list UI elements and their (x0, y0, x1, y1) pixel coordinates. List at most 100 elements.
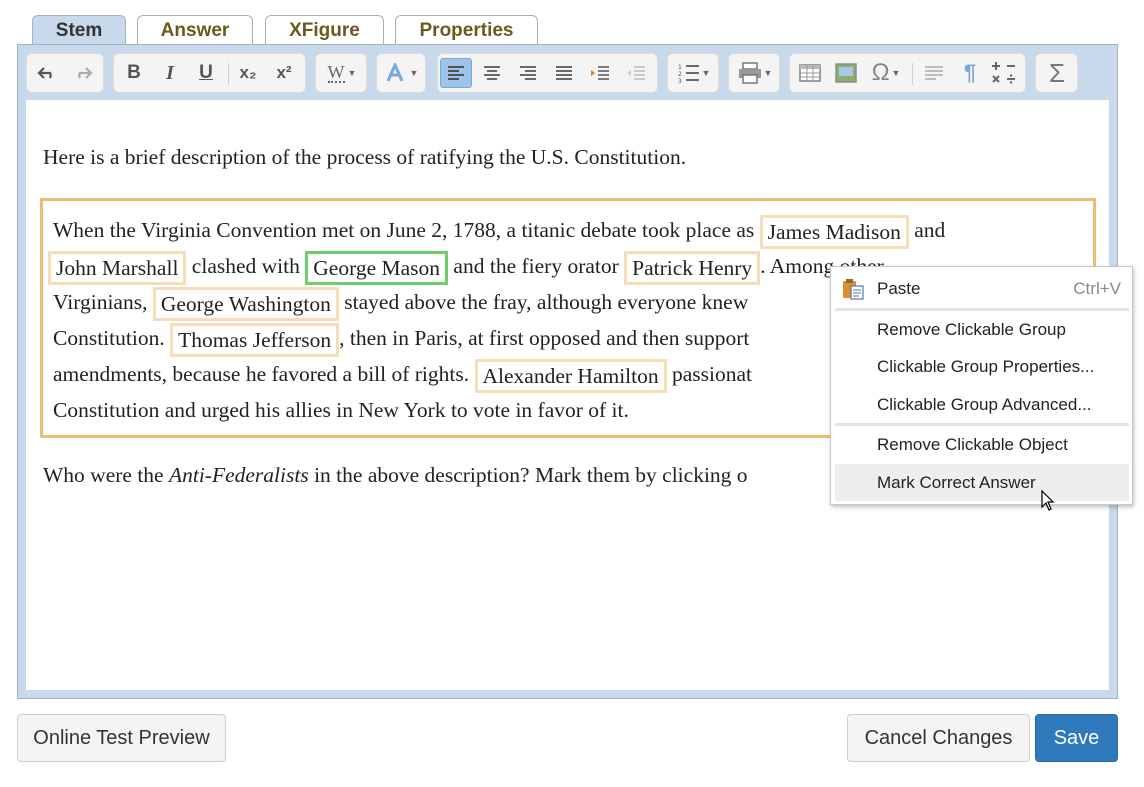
toolbar-divider (912, 63, 913, 85)
align-left-button[interactable] (440, 58, 472, 88)
tab-xfigure[interactable]: XFigure (265, 15, 384, 46)
clickable-object[interactable]: George Washington (152, 287, 339, 322)
cancel-changes-button[interactable]: Cancel Changes (847, 714, 1030, 762)
clickable-object[interactable]: Patrick Henry (624, 251, 761, 286)
italic-button[interactable]: I (154, 58, 186, 88)
insert-image-button[interactable] (830, 58, 862, 88)
word-style-label: W (327, 62, 345, 83)
passage-line: John Marshall clashed with George Mason … (48, 248, 884, 286)
tab-answer[interactable]: Answer (137, 15, 253, 46)
paste-icon (843, 279, 864, 300)
superscript-button[interactable]: x² (268, 58, 300, 88)
numbered-list-icon: 123 (678, 64, 699, 83)
passage-text: Virginians, (53, 290, 148, 314)
menu-item-remove-object[interactable]: Remove Clickable Object (835, 426, 1129, 463)
clickable-object[interactable]: Alexander Hamilton (474, 359, 667, 394)
align-center-button[interactable] (476, 58, 508, 88)
insert-table-button[interactable] (794, 58, 826, 88)
font-color-icon (386, 63, 403, 82)
chevron-down-icon: ▼ (701, 68, 711, 78)
bold-button[interactable]: B (118, 58, 150, 88)
passage-text: Constitution. (53, 326, 165, 350)
toolbar-group-equation: Σ (1035, 53, 1078, 93)
underline-button[interactable]: U (190, 58, 222, 88)
tab-properties[interactable]: Properties (395, 15, 538, 46)
menu-item-remove-group[interactable]: Remove Clickable Group (835, 311, 1129, 348)
font-color-dropdown[interactable]: ▼ (381, 58, 423, 88)
toolbar-group-font: ▼ (376, 53, 426, 93)
passage-text: clashed with (191, 254, 300, 278)
passage-line: Virginians, George Washington stayed abo… (53, 284, 749, 322)
editor-toolbar: B I U x₂ x² W ▼ ▼ 1 2 3 ▼ ▼ Ω ▼ ¶ Σ (26, 53, 1111, 93)
chevron-down-icon: ▼ (409, 68, 419, 78)
question-text: Who were the Anti-Federalists in the abo… (43, 463, 748, 488)
toolbar-group-formatting: B I U x₂ x² (113, 53, 306, 93)
menu-item-paste[interactable]: Paste Ctrl+V (835, 270, 1129, 307)
toolbar-group-history (26, 53, 104, 93)
blocks-icon (925, 66, 943, 80)
menu-item-mark-correct[interactable]: Mark Correct Answer (835, 464, 1129, 501)
toolbar-group-insert: Ω ▼ ¶ (789, 53, 1026, 93)
tab-stem[interactable]: Stem (32, 15, 126, 46)
toolbar-group-list: 123 ▼ (667, 53, 719, 93)
svg-text:3: 3 (678, 78, 682, 83)
menu-item-label: Paste (877, 279, 921, 298)
math-operators-icon (992, 62, 1015, 84)
equation-button[interactable]: Σ (1041, 58, 1073, 88)
image-icon (835, 63, 857, 83)
clickable-object[interactable]: James Madison (759, 215, 909, 250)
pilcrow-button[interactable]: ¶ (954, 58, 986, 88)
outdent-button[interactable] (620, 58, 652, 88)
svg-text:1: 1 (678, 64, 682, 71)
question-text-end: in the above description? Mark them by c… (308, 463, 748, 487)
passage-text: When the Virginia Convention met on June… (53, 218, 755, 242)
passage-line: Constitution. Thomas Jefferson, then in … (53, 320, 750, 358)
online-test-preview-button[interactable]: Online Test Preview (17, 714, 226, 762)
clickable-object-correct[interactable]: George Mason (305, 251, 449, 286)
shortcut-label: Ctrl+V (1073, 279, 1121, 298)
passage-text: , then in Paris, at first opposed and th… (339, 326, 750, 350)
passage-text: amendments, because he favored a bill of… (53, 362, 470, 386)
numbered-list-dropdown[interactable]: 123 ▼ (672, 58, 716, 88)
menu-item-group-advanced[interactable]: Clickable Group Advanced... (835, 386, 1129, 423)
svg-text:2: 2 (678, 71, 682, 78)
sigma-icon: Σ (1048, 57, 1066, 88)
toolbar-group-alignment (437, 53, 658, 93)
mouse-cursor-icon (1041, 490, 1055, 511)
show-blocks-button[interactable] (918, 58, 950, 88)
math-operators-button[interactable] (988, 58, 1020, 88)
undo-button[interactable] (31, 58, 63, 88)
print-dropdown[interactable]: ▼ (733, 58, 777, 88)
chevron-down-icon: ▼ (763, 68, 773, 78)
align-justify-button[interactable] (548, 58, 580, 88)
special-character-dropdown[interactable]: Ω ▼ (866, 58, 906, 88)
clickable-object[interactable]: John Marshall (48, 251, 187, 286)
passage-text: Constitution and urged his allies in New… (53, 398, 629, 422)
omega-icon: Ω (871, 59, 890, 86)
toolbar-group-style: W ▼ (315, 53, 367, 93)
redo-button[interactable] (67, 58, 99, 88)
menu-item-group-properties[interactable]: Clickable Group Properties... (835, 348, 1129, 385)
indent-button[interactable] (584, 58, 616, 88)
subscript-button[interactable]: x₂ (232, 58, 264, 88)
toolbar-divider (228, 63, 229, 85)
context-menu: Paste Ctrl+V Remove Clickable Group Clic… (830, 266, 1133, 505)
toolbar-group-print: ▼ (728, 53, 780, 93)
passage-text: stayed above the fray, although everyone… (344, 290, 749, 314)
passage-text: and (914, 218, 946, 242)
clickable-object[interactable]: Thomas Jefferson (170, 323, 340, 358)
passage-line: amendments, because he favored a bill of… (53, 356, 753, 394)
passage-line: Constitution and urged his allies in New… (53, 392, 629, 428)
table-icon (799, 64, 821, 82)
save-button[interactable]: Save (1035, 714, 1118, 762)
passage-text: and the fiery orator (453, 254, 619, 278)
align-right-button[interactable] (512, 58, 544, 88)
question-emphasis: Anti-Federalists (168, 463, 309, 487)
question-text-start: Who were the (43, 463, 169, 487)
word-style-dropdown[interactable]: W ▼ (320, 58, 364, 88)
passage-line: When the Virginia Convention met on June… (53, 212, 946, 250)
passage-text: passionat (672, 362, 753, 386)
printer-icon (738, 62, 761, 84)
pilcrow-icon: ¶ (963, 60, 977, 85)
chevron-down-icon: ▼ (891, 68, 901, 78)
